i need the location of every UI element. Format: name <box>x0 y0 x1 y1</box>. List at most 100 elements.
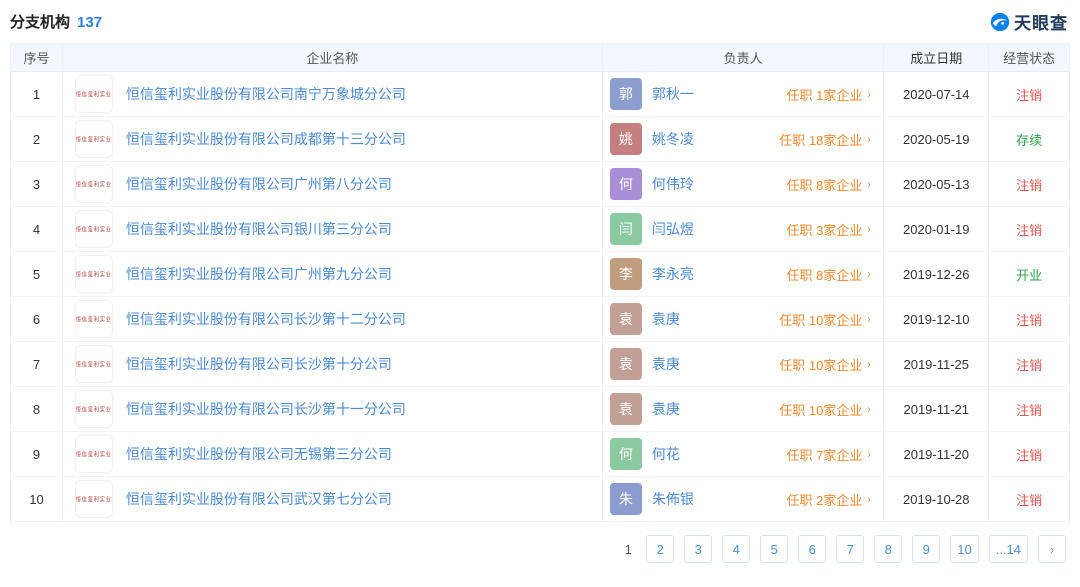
pagination-current-page: 1 <box>620 535 637 563</box>
leader-name-link[interactable]: 闫弘煜 <box>652 219 694 239</box>
leader-name-link[interactable]: 姚冬凌 <box>652 129 694 149</box>
pagination-page-button[interactable]: 6 <box>798 535 827 563</box>
leader-avatar[interactable]: 姚 <box>609 123 642 155</box>
page-title: 分支机构 <box>10 14 71 31</box>
company-name-link[interactable]: 恒信玺利实业股份有限公司长沙第十二分公司 <box>126 309 406 329</box>
leader-avatar[interactable]: 袁 <box>609 348 642 380</box>
leader-cell: 闫 闫弘煜 任职 3家企业 › <box>603 207 885 251</box>
table-row: 5 恒信玺利实业 恒信玺利实业股份有限公司广州第九分公司 李 李永亮 任职 8家… <box>11 252 1069 297</box>
pagination-next-button[interactable]: › <box>1038 535 1066 563</box>
chevron-right-icon: › <box>867 402 871 416</box>
company-name-link[interactable]: 恒信玺利实业股份有限公司长沙第十分公司 <box>126 354 392 374</box>
leader-avatar[interactable]: 袁 <box>609 303 642 335</box>
leader-avatar[interactable]: 何 <box>609 438 642 470</box>
pagination-page-button[interactable]: 9 <box>912 535 941 563</box>
company-logo: 恒信玺利实业 <box>74 480 113 518</box>
row-index: 5 <box>11 252 63 296</box>
company-name-link[interactable]: 恒信玺利实业股份有限公司长沙第十一分公司 <box>126 399 406 419</box>
status-text: 注销 <box>1016 312 1043 328</box>
row-index: 1 <box>11 72 63 116</box>
company-logo-text: 恒信玺利实业 <box>75 91 112 99</box>
pagination-page-button[interactable]: 10 <box>950 535 979 563</box>
section-title-wrap: 分支机构 137 <box>10 11 102 32</box>
status-cell: 注销 <box>989 207 1069 251</box>
row-index: 6 <box>11 297 63 341</box>
leader-positions-link[interactable]: 任职 8家企业 › <box>787 265 872 284</box>
leader-name-link[interactable]: 朱佈银 <box>652 489 694 509</box>
leader-positions-link[interactable]: 任职 7家企业 › <box>787 445 872 464</box>
leader-avatar[interactable]: 郭 <box>609 78 642 110</box>
chevron-right-icon: › <box>867 492 871 506</box>
pagination-page-button[interactable]: 3 <box>684 535 713 563</box>
company-cell: 恒信玺利实业 恒信玺利实业股份有限公司长沙第十一分公司 <box>63 387 603 431</box>
next-page-icon: › <box>1050 541 1054 557</box>
row-index: 8 <box>11 387 63 431</box>
leader-positions-link[interactable]: 任职 2家企业 › <box>787 490 872 509</box>
leader-name-link[interactable]: 袁庚 <box>652 309 680 329</box>
chevron-right-icon: › <box>867 177 871 191</box>
company-name-link[interactable]: 恒信玺利实业股份有限公司广州第八分公司 <box>126 174 392 194</box>
leader-positions-link[interactable]: 任职 8家企业 › <box>787 175 872 194</box>
leader-avatar[interactable]: 李 <box>609 258 642 290</box>
leader-name-link[interactable]: 袁庚 <box>652 354 680 374</box>
status-cell: 开业 <box>989 252 1069 296</box>
company-name-link[interactable]: 恒信玺利实业股份有限公司武汉第七分公司 <box>126 489 392 509</box>
establish-date: 2019-12-10 <box>884 297 990 341</box>
col-header-status: 经营状态 <box>1003 51 1056 66</box>
positions-label: 任职 10家企业 <box>779 402 863 418</box>
leader-positions-link[interactable]: 任职 1家企业 › <box>787 85 872 104</box>
company-name-link[interactable]: 恒信玺利实业股份有限公司银川第三分公司 <box>126 219 392 239</box>
pagination-page-button[interactable]: ...14 <box>988 535 1028 563</box>
company-logo-text: 恒信玺利实业 <box>75 226 112 234</box>
company-name-link[interactable]: 恒信玺利实业股份有限公司无锡第三分公司 <box>126 444 392 464</box>
pagination-page-button[interactable]: 2 <box>646 535 675 563</box>
status-text: 注销 <box>1016 447 1043 463</box>
company-name-link[interactable]: 恒信玺利实业股份有限公司广州第九分公司 <box>126 264 392 284</box>
pagination-page-button[interactable]: 5 <box>760 535 789 563</box>
status-cell: 注销 <box>989 477 1069 521</box>
establish-date: 2019-11-21 <box>884 387 990 431</box>
leader-avatar[interactable]: 闫 <box>609 213 642 245</box>
status-text: 注销 <box>1016 222 1043 238</box>
pagination-page-button[interactable]: 4 <box>722 535 751 563</box>
status-text: 注销 <box>1016 402 1043 418</box>
establish-date: 2020-07-14 <box>884 72 990 116</box>
leader-positions-link[interactable]: 任职 10家企业 › <box>779 355 871 374</box>
positions-label: 任职 2家企业 <box>786 492 863 508</box>
table-row: 8 恒信玺利实业 恒信玺利实业股份有限公司长沙第十一分公司 袁 袁庚 任职 10… <box>11 387 1069 432</box>
leader-cell: 何 何花 任职 7家企业 › <box>603 432 885 476</box>
row-index: 9 <box>11 432 63 476</box>
leader-name-link[interactable]: 袁庚 <box>652 399 680 419</box>
pagination-page-button[interactable]: 7 <box>836 535 865 563</box>
leader-avatar[interactable]: 何 <box>609 168 642 200</box>
leader-positions-link[interactable]: 任职 10家企业 › <box>779 400 871 419</box>
leader-name-link[interactable]: 何花 <box>652 444 680 464</box>
leader-positions-link[interactable]: 任职 18家企业 › <box>779 130 871 149</box>
leader-name-link[interactable]: 李永亮 <box>652 264 694 284</box>
company-logo: 恒信玺利实业 <box>74 390 113 428</box>
company-cell: 恒信玺利实业 恒信玺利实业股份有限公司广州第九分公司 <box>63 252 603 296</box>
leader-cell: 郭 郭秋一 任职 1家企业 › <box>603 72 885 116</box>
company-cell: 恒信玺利实业 恒信玺利实业股份有限公司南宁万象城分公司 <box>63 72 603 116</box>
company-name-link[interactable]: 恒信玺利实业股份有限公司成都第十三分公司 <box>126 129 406 149</box>
status-text: 存续 <box>1016 132 1043 148</box>
leader-cell: 朱 朱佈银 任职 2家企业 › <box>603 477 885 521</box>
company-logo-text: 恒信玺利实业 <box>75 271 112 279</box>
leader-name-link[interactable]: 何伟玲 <box>652 174 694 194</box>
company-logo: 恒信玺利实业 <box>74 210 113 248</box>
brand-logo[interactable]: 天眼查 <box>990 9 1068 34</box>
col-header-date: 成立日期 <box>884 44 990 71</box>
table-row: 10 恒信玺利实业 恒信玺利实业股份有限公司武汉第七分公司 朱 朱佈银 任职 2… <box>11 477 1069 522</box>
pagination-page-button[interactable]: 8 <box>874 535 903 563</box>
chevron-right-icon: › <box>867 447 871 461</box>
leader-avatar[interactable]: 朱 <box>609 483 642 515</box>
status-text: 开业 <box>1016 267 1043 283</box>
status-cell: 注销 <box>989 342 1069 386</box>
company-logo-text: 恒信玺利实业 <box>75 406 112 414</box>
leader-avatar[interactable]: 袁 <box>609 393 642 425</box>
leader-positions-link[interactable]: 任职 10家企业 › <box>779 310 871 329</box>
company-logo-text: 恒信玺利实业 <box>75 181 112 189</box>
leader-positions-link[interactable]: 任职 3家企业 › <box>787 220 872 239</box>
company-name-link[interactable]: 恒信玺利实业股份有限公司南宁万象城分公司 <box>126 84 406 104</box>
leader-name-link[interactable]: 郭秋一 <box>652 84 694 104</box>
